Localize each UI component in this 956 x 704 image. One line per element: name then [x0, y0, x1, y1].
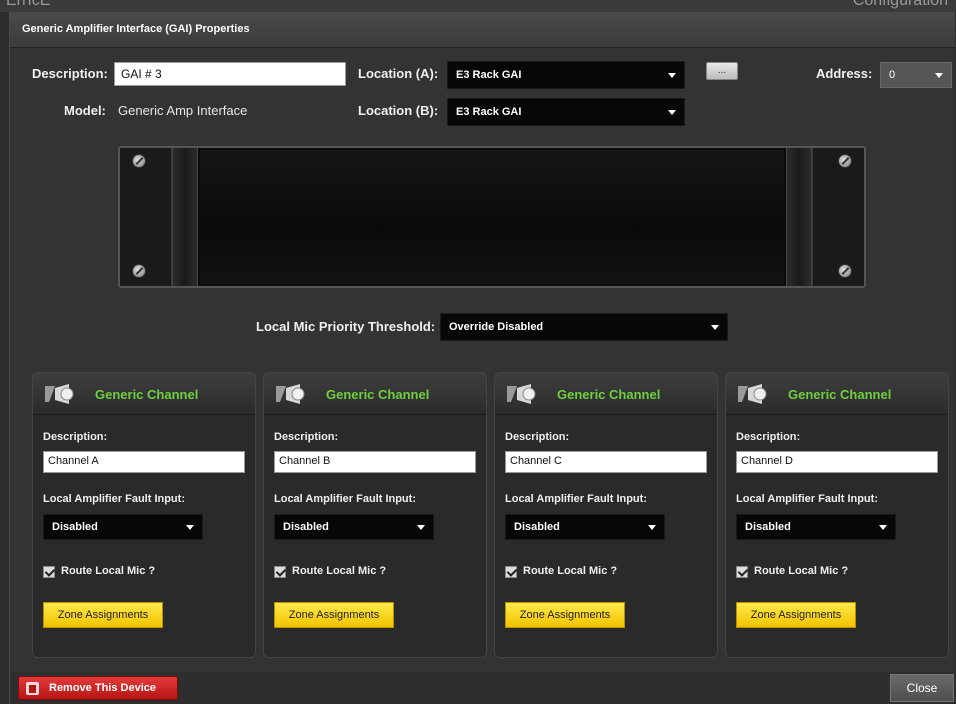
location-b-value: E3 Rack GAI: [456, 106, 522, 118]
channel-description-field[interactable]: Channel B: [274, 451, 476, 473]
speaker-icon: [507, 384, 536, 404]
location-b-dropdown[interactable]: E3 Rack GAI: [447, 98, 685, 126]
fault-input-dropdown[interactable]: Disabled: [274, 514, 434, 540]
model-label: Model:: [64, 103, 106, 118]
background-tab-fragment: Configuration: [852, 0, 948, 9]
zone-assignments-button[interactable]: Zone Assignments: [505, 602, 625, 628]
channel-header: Generic Channel: [495, 373, 717, 415]
route-local-mic-label: Route Local Mic ?: [292, 565, 387, 577]
fault-input-dropdown[interactable]: Disabled: [43, 514, 203, 540]
channel-card-d: Generic Channel Description: Channel D L…: [725, 372, 949, 658]
chevron-down-icon: [668, 110, 676, 115]
channel-description-field[interactable]: Channel D: [736, 451, 938, 473]
channel-title: Generic Channel: [788, 387, 892, 402]
address-label: Address:: [816, 66, 873, 81]
speaker-icon: [276, 384, 305, 404]
speaker-icon: [45, 384, 74, 404]
address-value: 0: [889, 69, 896, 81]
channel-header: Generic Channel: [264, 373, 486, 415]
route-local-mic-checkbox[interactable]: [43, 566, 55, 578]
route-local-mic-label: Route Local Mic ?: [754, 565, 849, 577]
location-b-label: Location (B):: [358, 103, 439, 118]
zone-assignments-button[interactable]: Zone Assignments: [43, 602, 163, 628]
description-field[interactable]: GAI # 3: [114, 62, 346, 86]
fault-input-value: Disabled: [52, 521, 98, 533]
location-a-value: E3 Rack GAI: [456, 69, 522, 81]
channel-header: Generic Channel: [726, 373, 948, 415]
dialog-title: Generic Amplifier Interface (GAI) Proper…: [22, 23, 250, 35]
background-window-strip: ErrIcE Configuration: [0, 0, 956, 12]
chevron-down-icon: [935, 73, 943, 78]
chevron-down-icon: [648, 525, 656, 530]
zone-assignments-button[interactable]: Zone Assignments: [274, 602, 394, 628]
rack-device-image: [118, 146, 866, 288]
fault-input-dropdown[interactable]: Disabled: [736, 514, 896, 540]
channel-card-c: Generic Channel Description: Channel C L…: [494, 372, 718, 658]
fault-input-label: Local Amplifier Fault Input:: [736, 493, 878, 505]
rack-rail-right: [786, 148, 812, 286]
rack-ear-right: [812, 148, 864, 286]
channel-card-b: Generic Channel Description: Channel B L…: [263, 372, 487, 658]
chevron-down-icon: [668, 73, 676, 78]
channel-description-label: Description:: [505, 431, 570, 443]
location-a-dropdown[interactable]: E3 Rack GAI: [447, 61, 685, 89]
dialog-titlebar: Generic Amplifier Interface (GAI) Proper…: [10, 12, 955, 48]
remove-device-label: Remove This Device: [49, 682, 156, 694]
route-local-mic-checkbox[interactable]: [274, 566, 286, 578]
channel-card-a: Generic Channel Description: Channel A L…: [32, 372, 256, 658]
channel-title: Generic Channel: [326, 387, 430, 402]
fault-input-value: Disabled: [283, 521, 329, 533]
description-label: Description:: [32, 66, 108, 81]
channel-title: Generic Channel: [95, 387, 199, 402]
fault-input-label: Local Amplifier Fault Input:: [274, 493, 416, 505]
remove-device-button[interactable]: Remove This Device: [18, 676, 178, 700]
route-local-mic-checkbox[interactable]: [505, 566, 517, 578]
rack-faceplate: [200, 150, 784, 284]
screw-icon: [838, 264, 852, 278]
screw-icon: [132, 264, 146, 278]
threshold-dropdown[interactable]: Override Disabled: [440, 313, 728, 341]
trash-icon: [26, 682, 39, 695]
channel-description-field[interactable]: Channel A: [43, 451, 245, 473]
chevron-down-icon: [186, 525, 194, 530]
chevron-down-icon: [417, 525, 425, 530]
screw-icon: [838, 154, 852, 168]
fault-input-label: Local Amplifier Fault Input:: [505, 493, 647, 505]
address-dropdown[interactable]: 0: [880, 62, 952, 88]
location-a-label: Location (A):: [358, 66, 439, 81]
threshold-value: Override Disabled: [449, 321, 544, 333]
zone-assignments-button[interactable]: Zone Assignments: [736, 602, 856, 628]
fault-input-dropdown[interactable]: Disabled: [505, 514, 665, 540]
route-local-mic-checkbox[interactable]: [736, 566, 748, 578]
browse-location-button[interactable]: ...: [706, 62, 738, 80]
screw-icon: [132, 154, 146, 168]
chevron-down-icon: [711, 325, 719, 330]
rack-rail-left: [172, 148, 198, 286]
channel-title: Generic Channel: [557, 387, 661, 402]
chevron-down-icon: [879, 525, 887, 530]
fault-input-value: Disabled: [745, 521, 791, 533]
channel-description-field[interactable]: Channel C: [505, 451, 707, 473]
channel-header: Generic Channel: [33, 373, 255, 415]
properties-dialog: Generic Amplifier Interface (GAI) Proper…: [9, 12, 955, 704]
model-value: Generic Amp Interface: [118, 103, 248, 118]
rack-ear-left: [120, 148, 172, 286]
channel-description-label: Description:: [274, 431, 339, 443]
route-local-mic-label: Route Local Mic ?: [523, 565, 618, 577]
channel-description-label: Description:: [736, 431, 801, 443]
fault-input-value: Disabled: [514, 521, 560, 533]
background-title-fragment: ErrIcE: [6, 0, 51, 9]
fault-input-label: Local Amplifier Fault Input:: [43, 493, 185, 505]
channel-description-label: Description:: [43, 431, 108, 443]
speaker-icon: [738, 384, 767, 404]
threshold-label: Local Mic Priority Threshold:: [256, 319, 436, 334]
dialog-footer: Remove This Device Close: [10, 672, 955, 704]
route-local-mic-label: Route Local Mic ?: [61, 565, 156, 577]
close-button[interactable]: Close: [890, 674, 954, 702]
